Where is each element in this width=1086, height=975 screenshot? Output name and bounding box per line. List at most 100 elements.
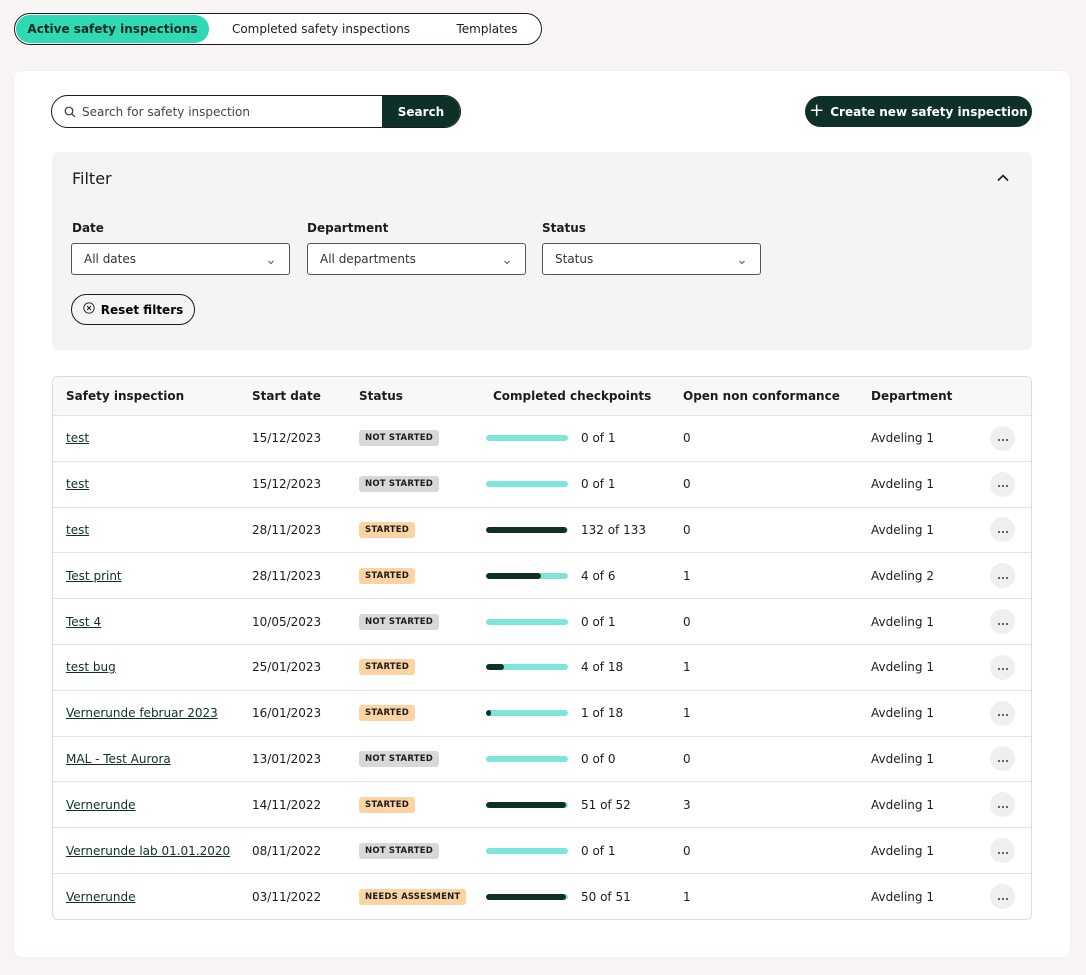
inspection-link[interactable]: Test print xyxy=(66,569,122,583)
more-options-button[interactable] xyxy=(990,838,1015,864)
progress-text: 4 of 18 xyxy=(581,660,624,675)
progress-fill xyxy=(486,526,568,533)
progress-bar xyxy=(486,664,568,671)
header-safety-inspection[interactable]: Safety inspection xyxy=(66,377,184,415)
header-completed-checkpoints[interactable]: Completed checkpoints xyxy=(493,377,651,415)
open-non-conformance-count: 1 xyxy=(683,889,691,904)
more-horizontal-icon xyxy=(997,660,1009,674)
department-value: Avdeling 1 xyxy=(871,614,934,629)
more-options-button[interactable] xyxy=(990,884,1015,910)
status-badge: STARTED xyxy=(359,705,416,722)
header-open-non-conformance[interactable]: Open non conformance xyxy=(683,377,840,415)
tab-completed-inspections[interactable]: Completed safety inspections xyxy=(210,15,432,43)
table-row: Vernerunde lab 01.01.2020 08/11/2022 NOT… xyxy=(53,828,1031,874)
inspection-link[interactable]: test xyxy=(66,431,89,445)
create-inspection-label: Create new safety inspection xyxy=(830,104,1028,119)
open-non-conformance-count: 0 xyxy=(683,522,691,537)
department-value: Avdeling 1 xyxy=(871,843,934,858)
more-options-button[interactable] xyxy=(990,517,1015,543)
create-inspection-button[interactable]: + Create new safety inspection xyxy=(805,96,1032,127)
status-badge: NOT STARTED xyxy=(359,476,439,493)
more-options-button[interactable] xyxy=(990,471,1015,497)
progress-text: 4 of 6 xyxy=(581,568,616,583)
progress-text: 0 of 0 xyxy=(581,751,616,766)
more-horizontal-icon xyxy=(997,523,1009,537)
chevron-down-icon xyxy=(503,255,511,265)
status-badge: NOT STARTED xyxy=(359,750,439,767)
checkpoint-progress: 0 of 1 xyxy=(486,416,615,461)
start-date: 15/12/2023 xyxy=(252,477,322,492)
department-value: Avdeling 1 xyxy=(871,706,934,721)
search-input[interactable] xyxy=(80,96,382,127)
progress-text: 51 of 52 xyxy=(581,797,631,812)
tab-active-inspections[interactable]: Active safety inspections xyxy=(16,15,209,43)
header-department[interactable]: Department xyxy=(871,377,952,415)
progress-bar xyxy=(486,481,568,488)
tab-templates[interactable]: Templates xyxy=(433,15,541,43)
checkpoint-progress: 1 of 18 xyxy=(486,691,623,736)
inspections-table: Safety inspection Start date Status Comp… xyxy=(52,376,1032,920)
start-date: 14/11/2022 xyxy=(252,797,322,812)
reset-filters-label: Reset filters xyxy=(100,302,184,317)
more-options-button[interactable] xyxy=(990,654,1015,680)
inspection-link[interactable]: Test 4 xyxy=(66,615,101,629)
more-options-button[interactable] xyxy=(990,700,1015,726)
more-horizontal-icon xyxy=(997,798,1009,812)
start-date: 28/11/2023 xyxy=(252,522,322,537)
department-value: Avdeling 2 xyxy=(871,568,934,583)
table-row: MAL - Test Aurora 13/01/2023 NOT STARTED… xyxy=(53,737,1031,783)
progress-text: 1 of 18 xyxy=(581,706,624,721)
progress-bar xyxy=(486,755,568,762)
department-filter-select[interactable]: All departments xyxy=(307,243,526,275)
inspection-link[interactable]: test xyxy=(66,477,89,491)
status-badge: NOT STARTED xyxy=(359,430,439,447)
department-filter-label: Department xyxy=(307,221,389,235)
header-status[interactable]: Status xyxy=(359,377,403,415)
table-row: Vernerunde 14/11/2022 STARTED 51 of 52 3… xyxy=(53,782,1031,829)
main-card: Search + Create new safety inspection Fi… xyxy=(14,71,1070,957)
department-filter-value: All departments xyxy=(320,252,416,266)
chevron-up-icon[interactable] xyxy=(996,170,1010,184)
more-horizontal-icon xyxy=(997,569,1009,583)
open-non-conformance-count: 0 xyxy=(683,614,691,629)
reset-filters-button[interactable]: Reset filters xyxy=(71,294,195,325)
more-options-button[interactable] xyxy=(990,563,1015,589)
more-options-button[interactable] xyxy=(990,609,1015,635)
progress-fill xyxy=(486,572,541,579)
more-options-button[interactable] xyxy=(990,746,1015,772)
progress-fill xyxy=(486,664,505,671)
more-options-button[interactable] xyxy=(990,425,1015,451)
progress-bar xyxy=(486,435,568,442)
more-options-button[interactable] xyxy=(990,792,1015,818)
more-horizontal-icon xyxy=(997,706,1009,720)
progress-text: 132 of 133 xyxy=(581,522,647,537)
filter-panel: Filter Date All dates Department All dep… xyxy=(52,152,1032,350)
open-non-conformance-count: 1 xyxy=(683,706,691,721)
inspection-link[interactable]: Vernerunde lab 01.01.2020 xyxy=(66,844,230,858)
start-date: 03/11/2022 xyxy=(252,889,322,904)
department-value: Avdeling 1 xyxy=(871,889,934,904)
header-start-date[interactable]: Start date xyxy=(252,377,321,415)
search-button[interactable]: Search xyxy=(382,96,460,127)
department-value: Avdeling 1 xyxy=(871,751,934,766)
inspection-tabs: Active safety inspections Completed safe… xyxy=(14,13,542,45)
close-circle-icon xyxy=(83,302,95,317)
inspection-link[interactable]: Vernerunde xyxy=(66,798,136,812)
status-badge: STARTED xyxy=(359,796,416,813)
checkpoint-progress: 132 of 133 xyxy=(486,508,646,553)
status-filter-select[interactable]: Status xyxy=(542,243,761,275)
inspection-link[interactable]: Vernerunde februar 2023 xyxy=(66,706,218,720)
inspection-link[interactable]: test xyxy=(66,523,89,537)
progress-bar xyxy=(486,847,568,854)
progress-text: 0 of 1 xyxy=(581,477,616,492)
date-filter-select[interactable]: All dates xyxy=(71,243,290,275)
inspection-link[interactable]: Vernerunde xyxy=(66,890,136,904)
inspection-link[interactable]: MAL - Test Aurora xyxy=(66,752,171,766)
table-body: test 15/12/2023 NOT STARTED 0 of 1 0 Avd… xyxy=(53,416,1031,919)
table-row: Test 4 10/05/2023 NOT STARTED 0 of 1 0 A… xyxy=(53,599,1031,645)
date-filter-value: All dates xyxy=(84,252,137,266)
search-bar: Search xyxy=(51,95,461,128)
department-value: Avdeling 1 xyxy=(871,522,934,537)
table-row: test bug 25/01/2023 STARTED 4 of 18 1 Av… xyxy=(53,645,1031,691)
inspection-link[interactable]: test bug xyxy=(66,660,116,674)
